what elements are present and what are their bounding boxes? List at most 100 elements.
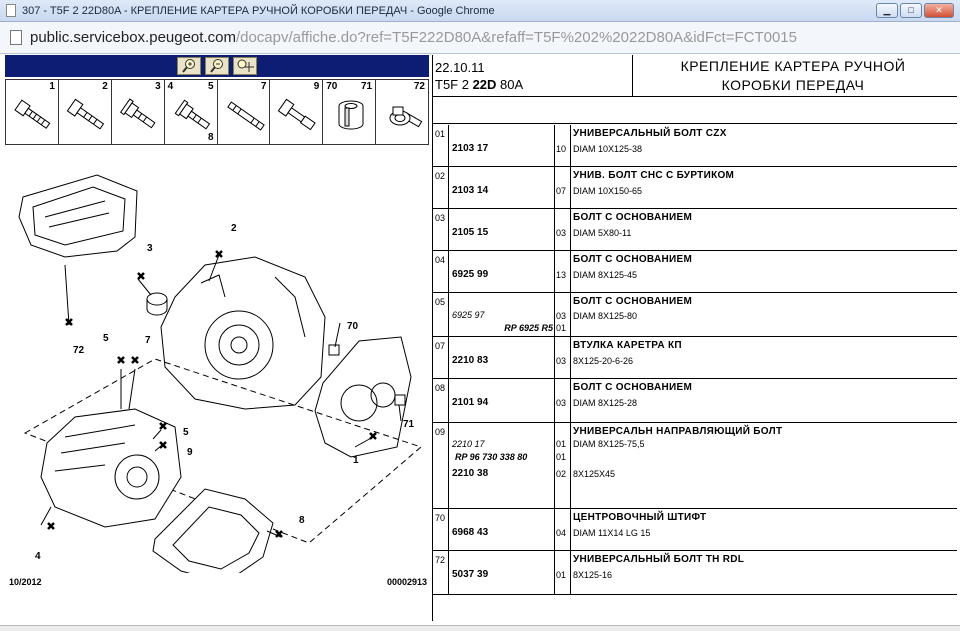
part-spec: 8X125X45 (573, 469, 616, 479)
close-button[interactable]: ✕ (924, 3, 954, 18)
bolt-icon (66, 98, 105, 130)
part-qty: 01 (556, 570, 567, 580)
part-spec: DIAM 8X125-45 (573, 270, 638, 280)
maximize-button[interactable]: □ (900, 3, 922, 18)
zoom-out-icon (210, 59, 223, 73)
part-cell[interactable]: 3 (112, 80, 165, 144)
row-pos: 08 (433, 379, 449, 422)
table-row[interactable]: 01 2103 17 10 УНИВЕРСАЛЬНЫЙ БОЛТ CZX DIAM… (433, 125, 957, 167)
url-host: public.servicebox.peugeot.com (30, 29, 236, 46)
diagram-label: 71 (403, 419, 415, 430)
window-controls: ▁ □ ✕ (876, 3, 954, 18)
page-icon (6, 4, 16, 17)
part-ref-rp[interactable]: RP 96 730 338 80 (455, 452, 527, 462)
part-spec: DIAM 11X14 LG 15 (573, 528, 651, 538)
part-qty: 01 (556, 452, 567, 462)
part-number: 2 (102, 81, 108, 92)
part-qty: 13 (556, 270, 567, 280)
part-ref[interactable]: 2210 38 (452, 468, 488, 479)
row-pos: 04 (433, 251, 449, 292)
bolt-icon (14, 99, 51, 129)
part-qty: 03 (556, 398, 567, 408)
diagram-label: 70 (347, 321, 359, 332)
part-cell[interactable]: 458 (165, 80, 218, 144)
table-row[interactable]: 08 2101 94 03 БОЛТ С ОСНОВАНИЕМ DIAM 8X12… (433, 379, 957, 423)
part-qty: 02 (556, 469, 567, 479)
pan-button[interactable] (233, 57, 257, 75)
diagram-footer: 10/2012 00002913 (5, 575, 429, 589)
diagram-label: 7 (145, 335, 151, 346)
part-ref-alt[interactable]: 6925 97 (452, 310, 485, 320)
table-row[interactable]: 07 2210 83 03 ВТУЛКА КАРЕТРА КП 8X125-20-… (433, 337, 957, 379)
part-ref[interactable]: 2105 15 (452, 227, 488, 238)
url-text[interactable]: public.servicebox.peugeot.com/docapv/aff… (30, 29, 797, 46)
part-number: 70 (326, 81, 338, 92)
part-ref[interactable]: 2101 94 (452, 397, 488, 408)
part-ref[interactable]: 5037 39 (452, 569, 488, 580)
ref-prefix: T5F 2 (435, 77, 473, 92)
stud-icon (226, 101, 265, 131)
diagram-label: 9 (187, 447, 193, 458)
row-pos: 01 (433, 125, 449, 166)
diagram-date: 10/2012 (9, 577, 42, 587)
zoom-out-button[interactable] (205, 57, 229, 75)
part-number: 4 (167, 81, 174, 92)
part-ref-alt[interactable]: 2210 17 (452, 439, 485, 449)
part-cell[interactable]: 1 (6, 80, 59, 144)
part-desc: БОЛТ С ОСНОВАНИЕМ (573, 296, 693, 307)
part-ref-rp[interactable]: RP 6925 R5 (504, 323, 553, 333)
part-number: 5 (207, 81, 214, 92)
move-cross-icon (237, 59, 254, 72)
table-row[interactable]: 02 2103 14 07 УНИВ. БОЛТ CHC С БУРТИКОМ D… (433, 167, 957, 209)
part-desc: УНИВЕРСАЛЬНЫЙ БОЛТ TH RDL (573, 554, 745, 565)
part-spec: DIAM 5X80-11 (573, 228, 632, 238)
part-spec: 8X125-16 (573, 570, 613, 580)
table-row[interactable]: 70 6968 43 04 ЦЕНТРОВОЧНЫЙ ШТИФТ DIAM 11X… (433, 509, 957, 551)
minimize-button[interactable]: ▁ (876, 3, 898, 18)
table-row[interactable]: 05 6925 97 RP 6925 R5 03 01 БОЛТ С ОСНОВАН… (433, 293, 957, 337)
part-desc: УНИВ. БОЛТ CHC С БУРТИКОМ (573, 170, 735, 181)
title-line-1: КРЕПЛЕНИЕ КАРТЕРА РУЧНОЙ (680, 58, 906, 74)
parts-list-panel: 22.10.11 T5F 2 22D 80A КРЕПЛЕНИЕ КАРТЕРА… (432, 55, 957, 621)
diagram-label: 5 (103, 333, 109, 344)
part-cell[interactable]: 2 (59, 80, 112, 144)
diagram-label: 8 (299, 515, 305, 526)
header-spacer (433, 98, 957, 124)
diagram-code: 00002913 (386, 577, 427, 587)
diagram-label: 3 (147, 243, 153, 254)
part-ref[interactable]: 6925 99 (452, 269, 488, 280)
diagram-label: 72 (73, 345, 85, 356)
part-desc: УНИВЕРСАЛЬН НАПРАВЛЯЮЩИЙ БОЛТ (573, 426, 783, 437)
header-ref: 22.10.11 T5F 2 22D 80A (435, 59, 523, 93)
row-pos: 03 (433, 209, 449, 250)
washer-bolt-icon (389, 106, 423, 128)
part-number: 72 (413, 81, 425, 92)
part-qty: 03 (556, 356, 567, 366)
part-cell[interactable]: 9 (270, 80, 324, 144)
part-cell[interactable]: 72 (376, 80, 428, 144)
table-row[interactable]: 03 2105 15 03 БОЛТ С ОСНОВАНИЕМ DIAM 5X80… (433, 209, 957, 251)
url-path: /docapv/affiche.do?ref=T5F222D80A&refaff… (235, 29, 797, 46)
page-title: КРЕПЛЕНИЕ КАРТЕРА РУЧНОЙ КОРОБКИ ПЕРЕДАЧ (633, 57, 953, 95)
part-desc: ЦЕНТРОВОЧНЫЙ ШТИФТ (573, 512, 707, 523)
table-row[interactable]: 04 6925 99 13 БОЛТ С ОСНОВАНИЕМ DIAM 8X12… (433, 251, 957, 293)
part-cell[interactable]: 70 71 (323, 80, 377, 144)
window-titlebar: 307 - T5F 2 22D80A - КРЕПЛЕНИЕ КАРТЕРА Р… (0, 0, 960, 22)
zoom-in-button[interactable] (177, 57, 201, 75)
part-spec: DIAM 8X125-28 (573, 398, 638, 408)
zoom-in-icon (182, 59, 195, 73)
part-qty: 03 (556, 228, 567, 238)
part-cell[interactable]: 7 (218, 80, 271, 144)
part-qty: 01 (556, 323, 567, 333)
page-icon (10, 30, 22, 45)
part-qty: 01 (556, 439, 567, 449)
part-ref[interactable]: 2210 83 (452, 355, 488, 366)
part-ref[interactable]: 2103 14 (452, 185, 488, 196)
part-ref[interactable]: 2103 17 (452, 143, 488, 154)
header-code: T5F 2 22D 80A (435, 76, 523, 93)
diagram-label: 1 (353, 455, 359, 466)
table-row[interactable]: 09 2210 17 RP 96 730 338 80 2210 38 01 01 02… (433, 423, 957, 509)
table-row[interactable]: 72 5037 39 01 УНИВЕРСАЛЬНЫЙ БОЛТ TH RDL 8… (433, 551, 957, 595)
address-bar[interactable]: public.servicebox.peugeot.com/docapv/aff… (0, 22, 960, 54)
part-ref[interactable]: 6968 43 (452, 527, 488, 538)
